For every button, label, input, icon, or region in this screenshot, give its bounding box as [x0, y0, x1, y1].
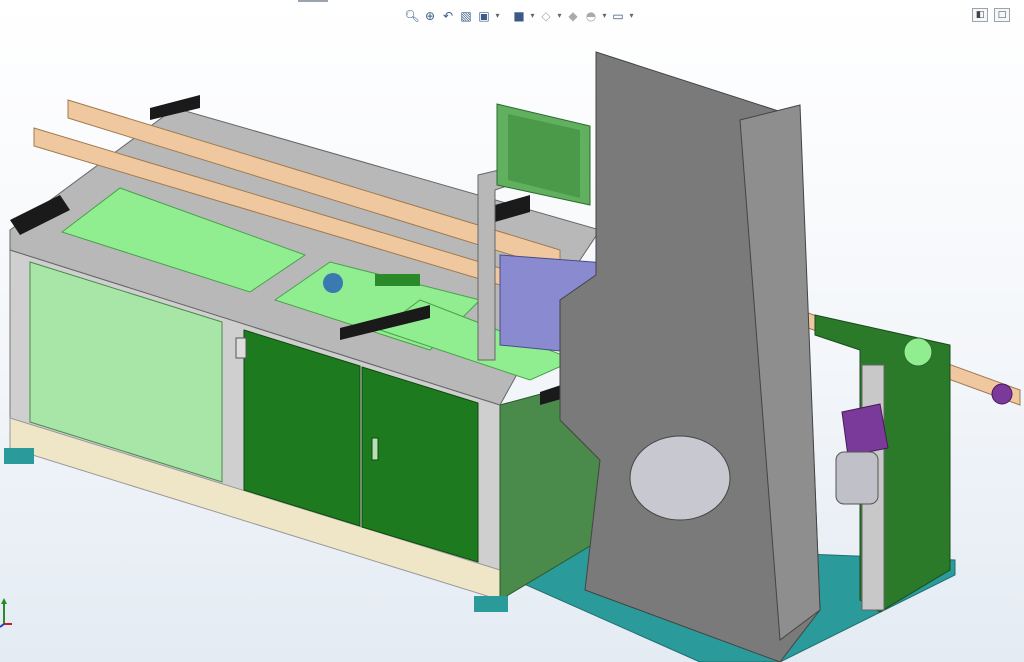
green-actuator[interactable] [375, 274, 420, 286]
motor[interactable] [323, 273, 343, 293]
foot-left [4, 448, 34, 464]
machine-assembly-model[interactable] [0, 0, 1024, 662]
door-handle[interactable] [371, 437, 379, 461]
saw-wheel-housing [629, 435, 731, 521]
indexing-wheel[interactable] [903, 337, 933, 367]
coordinate-triad-icon [0, 598, 12, 628]
end-roller[interactable] [991, 383, 1013, 405]
graphics-viewport[interactable]: 🔍︎ ⊕ ↶ ▧ ▣ ▾ ■ ▾ ◇ ▾ ◆ ◓ ▾ ▭ ▾ ◧ □ [0, 0, 1024, 662]
door-latch[interactable] [235, 337, 247, 359]
gearbox[interactable] [841, 403, 889, 457]
gear-motor-cylinder[interactable] [835, 451, 879, 505]
foot-right [474, 596, 508, 612]
